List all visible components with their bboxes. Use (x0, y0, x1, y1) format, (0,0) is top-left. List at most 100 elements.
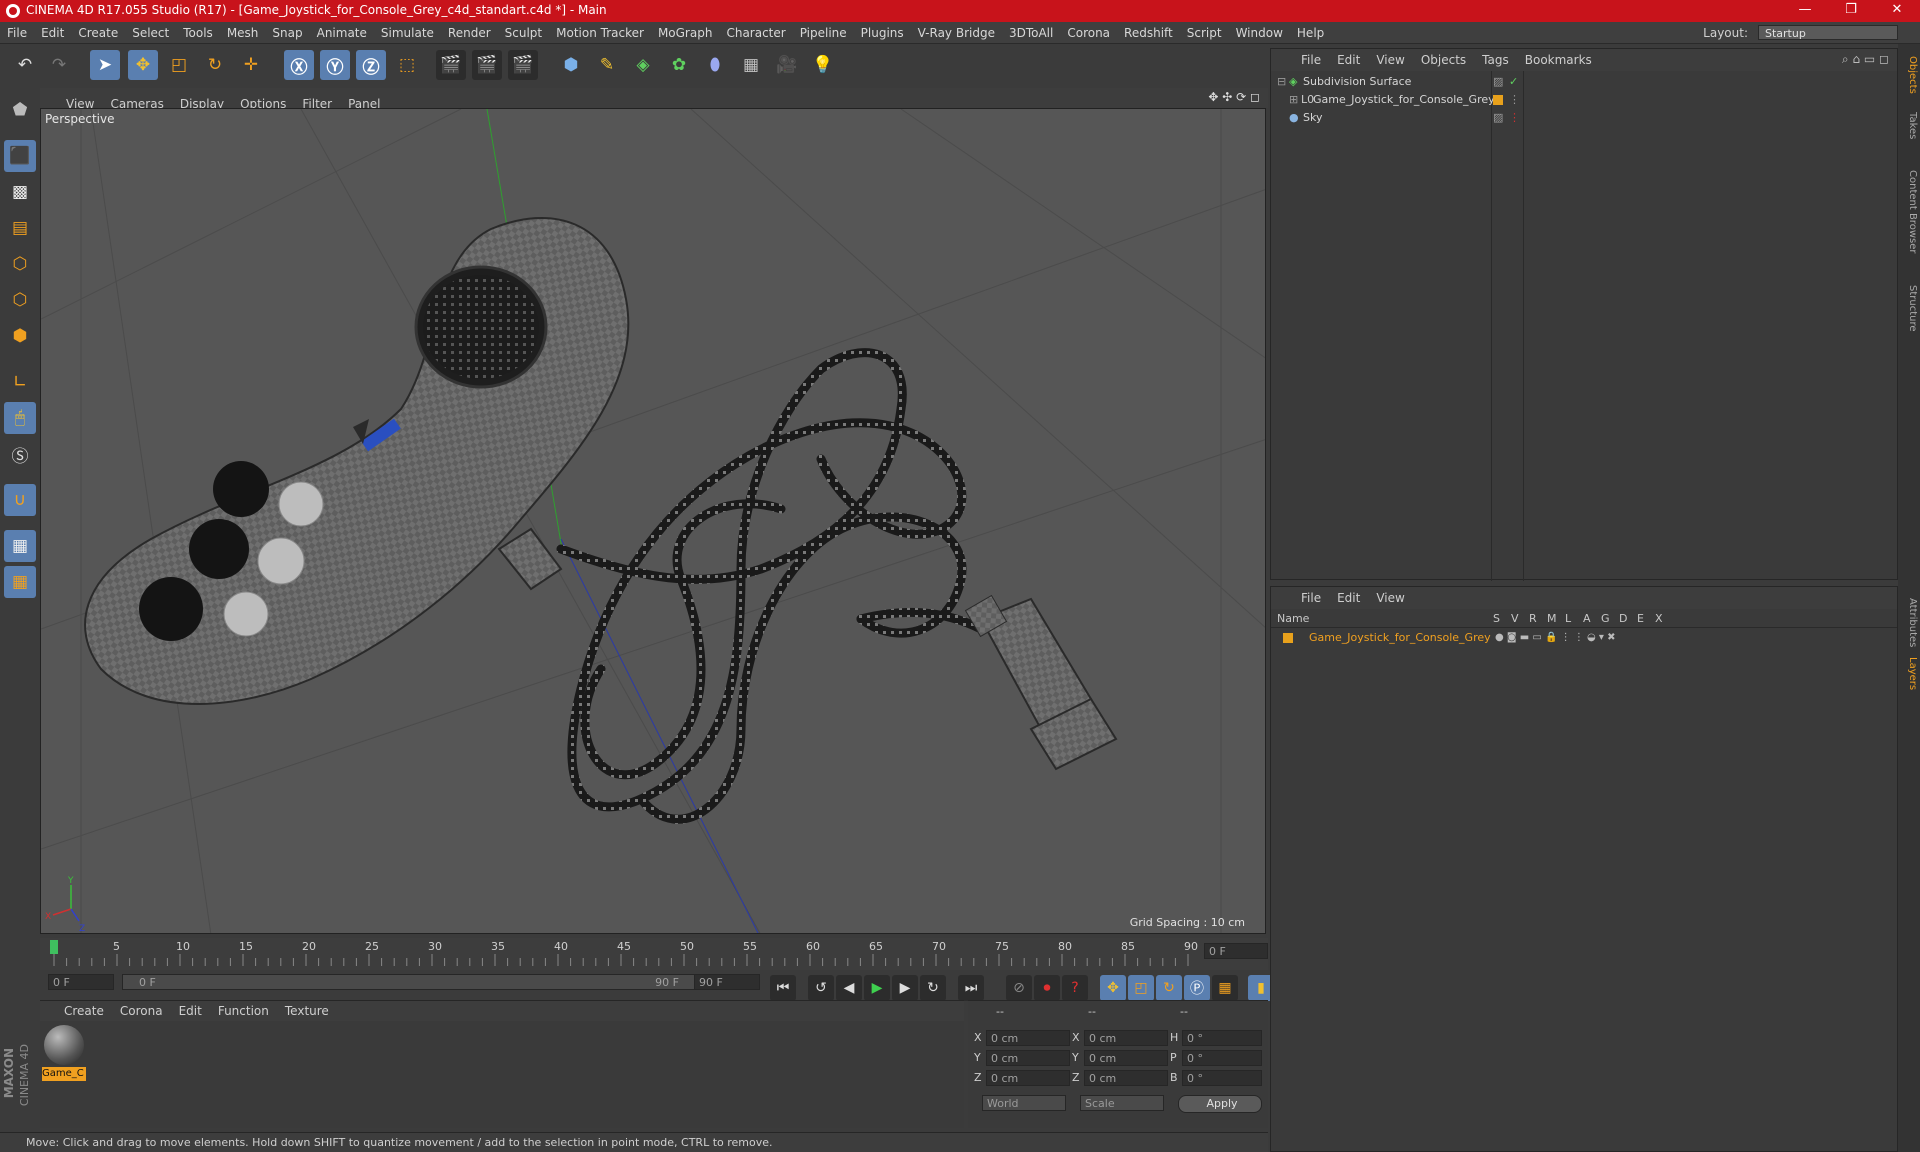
timeline-ruler[interactable]: 051015202530354045505560657075808590 0 F (40, 938, 1268, 970)
layer-col-xref[interactable]: X (1655, 612, 1663, 625)
om-menu-objects[interactable]: Objects (1413, 49, 1474, 71)
layer-col-expressions[interactable]: E (1637, 612, 1644, 625)
model-mode-icon[interactable]: ⬛ (4, 140, 36, 172)
layout-dropdown[interactable]: Startup (1758, 25, 1898, 40)
layer-row[interactable]: Game_Joystick_for_Console_Grey ● ◙ ▬ ▭ 🔒… (1275, 629, 1895, 647)
light-icon[interactable]: 💡 (808, 50, 838, 80)
render-to-picture-viewer-icon[interactable]: 🎬 (472, 50, 502, 80)
layer-col-generators[interactable]: G (1601, 612, 1610, 625)
material-menu-create[interactable]: Create (56, 1001, 112, 1021)
menu-select[interactable]: Select (125, 22, 176, 44)
material-menu-corona[interactable]: Corona (112, 1001, 171, 1021)
key-parameter-icon[interactable]: Ⓟ (1184, 975, 1210, 1001)
camera-icon[interactable]: 🎥 (772, 50, 802, 80)
lm-menu-view[interactable]: View (1368, 587, 1412, 609)
layer-col-animation[interactable]: A (1583, 612, 1591, 625)
om-header-icons[interactable]: ⌕ ⌂ ▭ ◻ (1842, 52, 1889, 67)
menu-plugins[interactable]: Plugins (854, 22, 911, 44)
subdivision-surface-icon[interactable]: ◈ (628, 50, 658, 80)
menu-help[interactable]: Help (1290, 22, 1331, 44)
menu-character[interactable]: Character (719, 22, 792, 44)
maximize-button[interactable]: ❐ (1828, 0, 1874, 22)
tree-expand-icon[interactable]: ⊞ (1289, 91, 1298, 109)
visibility-dots-icon[interactable]: ▨ (1493, 109, 1503, 127)
menu-snap[interactable]: Snap (265, 22, 309, 44)
coord-rot-h-field[interactable]: 0 ° (1182, 1030, 1262, 1046)
enabled-check-icon[interactable]: ✓ (1509, 73, 1518, 91)
lm-menu-file[interactable]: File (1293, 587, 1329, 609)
3d-viewport[interactable]: Y X Z Perspective Grid Spacing : 10 cm (40, 108, 1266, 934)
material-swatch[interactable]: Game_C (42, 1025, 86, 1081)
menu-redshift[interactable]: Redshift (1117, 22, 1180, 44)
move-tool-icon[interactable]: ✥ (128, 50, 158, 80)
menu-window[interactable]: Window (1229, 22, 1290, 44)
coordinate-system-icon[interactable]: ⬚ (392, 50, 422, 80)
coord-size-z-field[interactable]: 0 cm (1084, 1070, 1168, 1086)
tab-takes[interactable]: Takes (1900, 104, 1918, 148)
menu-file[interactable]: File (0, 22, 34, 44)
frame-range-slider[interactable]: 0 F 90 F (122, 974, 696, 990)
snap-magnet-icon[interactable]: ∪ (4, 484, 36, 516)
autokey-icon[interactable]: ⏺ (1034, 975, 1060, 1001)
menu-animate[interactable]: Animate (310, 22, 374, 44)
axis-mode-icon[interactable]: ∟ (4, 366, 36, 398)
key-scale-icon[interactable]: ◰ (1128, 975, 1154, 1001)
tab-structure[interactable]: Structure (1900, 278, 1918, 338)
om-menu-tags[interactable]: Tags (1474, 49, 1517, 71)
coord-size-x-field[interactable]: 0 cm (1084, 1030, 1168, 1046)
cloner-icon[interactable]: ✿ (664, 50, 694, 80)
apply-button[interactable]: Apply (1178, 1095, 1262, 1113)
start-frame-field[interactable]: 0 F (48, 974, 114, 990)
material-menu-texture[interactable]: Texture (277, 1001, 337, 1021)
menu-tools[interactable]: Tools (176, 22, 220, 44)
deformer-icon[interactable]: ⬮ (700, 50, 730, 80)
coord-pos-y-field[interactable]: 0 cm (986, 1050, 1070, 1066)
scale-tool-icon[interactable]: ◰ (164, 50, 194, 80)
object-row[interactable]: ⊞ L0 Game_Joystick_for_Console_Grey ⋮ (1275, 91, 1895, 109)
om-menu-edit[interactable]: Edit (1329, 49, 1368, 71)
key-position-icon[interactable]: ✥ (1100, 975, 1126, 1001)
menu-mograph[interactable]: MoGraph (651, 22, 720, 44)
next-frame-icon[interactable]: ▶ (892, 975, 918, 1001)
texture-mode-icon[interactable]: ▩ (4, 176, 36, 208)
next-key-icon[interactable]: ↻ (920, 975, 946, 1001)
record-keys-icon[interactable]: ⊘ (1006, 975, 1032, 1001)
layer-col-view[interactable]: V (1511, 612, 1519, 625)
key-pla-icon[interactable]: ▦ (1212, 975, 1238, 1001)
layer-toggle-icons[interactable]: ● ◙ ▬ ▭ 🔒 ⋮ ⋮ ◒ ▾ ✖ (1495, 629, 1616, 647)
rotate-tool-icon[interactable]: ↻ (200, 50, 230, 80)
menu-mesh[interactable]: Mesh (220, 22, 266, 44)
previous-frame-icon[interactable]: ◀ (836, 975, 862, 1001)
menu-corona[interactable]: Corona (1060, 22, 1117, 44)
key-rotation-icon[interactable]: ↻ (1156, 975, 1182, 1001)
redo-icon[interactable]: ↷ (44, 50, 74, 80)
current-frame-field[interactable]: 0 F (1204, 943, 1268, 959)
om-menu-bookmarks[interactable]: Bookmarks (1517, 49, 1600, 71)
floor-environment-icon[interactable]: ▦ (736, 50, 766, 80)
menu-pipeline[interactable]: Pipeline (793, 22, 854, 44)
layer-col-solo[interactable]: S (1493, 612, 1500, 625)
layer-color-swatch[interactable] (1283, 633, 1293, 643)
tweak-mode-icon[interactable]: 🖱 (4, 402, 36, 434)
cube-primitive-icon[interactable]: ⬢ (556, 50, 586, 80)
om-menu-view[interactable]: View (1368, 49, 1412, 71)
coord-rot-b-field[interactable]: 0 ° (1182, 1070, 1262, 1086)
material-menu-edit[interactable]: Edit (171, 1001, 210, 1021)
menu-script[interactable]: Script (1180, 22, 1229, 44)
play-icon[interactable]: ▶ (864, 975, 890, 1001)
menu-sculpt[interactable]: Sculpt (498, 22, 549, 44)
om-menu-file[interactable]: File (1293, 49, 1329, 71)
polygons-mode-icon[interactable]: ⬢ (4, 320, 36, 352)
close-button[interactable]: ✕ (1874, 0, 1920, 22)
tab-layers[interactable]: Layers (1900, 650, 1918, 698)
visibility-dots-icon[interactable]: ⋮ (1509, 91, 1520, 109)
go-to-end-icon[interactable]: ⏭ (958, 975, 984, 1001)
tree-expand-icon[interactable]: ⊟ (1277, 73, 1286, 91)
tab-content-browser[interactable]: Content Browser (1900, 152, 1918, 272)
coord-pos-z-field[interactable]: 0 cm (986, 1070, 1070, 1086)
z-axis-lock-icon[interactable]: Ⓩ (356, 50, 386, 80)
points-mode-icon[interactable]: ⬡ (4, 248, 36, 280)
coord-space-dropdown[interactable]: World (982, 1095, 1066, 1111)
menu-edit[interactable]: Edit (34, 22, 71, 44)
live-selection-icon[interactable]: ➤ (90, 50, 120, 80)
